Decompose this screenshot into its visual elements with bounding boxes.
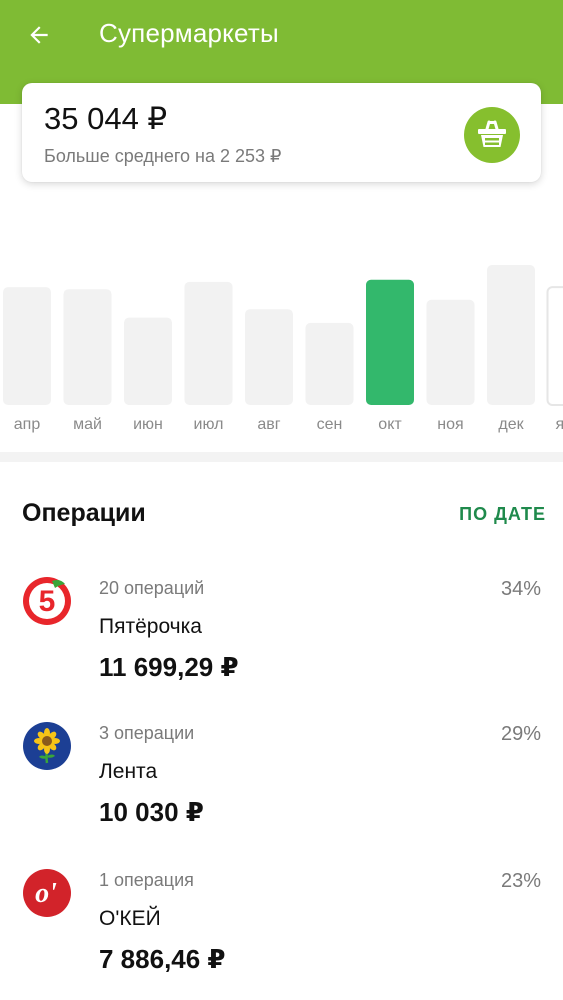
svg-text:5: 5 [39,585,56,618]
summary-comparison: Больше среднего на 2 253 ₽ [44,146,282,166]
operation-percent: 23% [500,870,541,892]
chart-month-label-4: июл [194,416,224,433]
operation-percent: 34% [500,578,541,600]
chart-month-label-10: я [556,416,563,433]
screen: Супермаркеты 35 044 ₽ Больше среднего на… [0,0,563,1000]
chart-month-label-3: июн [133,416,163,433]
chart-bar-7[interactable] [366,279,414,405]
chart-month-label-9: дек [498,416,524,433]
operation-item-okey[interactable]: o' 1 операция О'КЕЙ 7 886,46 ₽ 23% [0,868,563,998]
chart-month-label-8: ноя [437,416,463,433]
chart-bar-5[interactable] [245,309,293,405]
chart-month-label-2: май [73,416,102,433]
page-title: Супермаркеты [99,18,279,48]
operation-merchant: Лента [99,760,158,783]
operation-count: 3 операции [99,723,195,743]
chart-month-label-6: сен [317,416,343,433]
summary-card: 35 044 ₽ Больше среднего на 2 253 ₽ [22,83,541,182]
chart-bar-6[interactable] [305,322,354,405]
okey-logo-icon: o' [23,869,71,917]
operation-amount: 10 030 ₽ [99,797,204,827]
chart-bar-3[interactable] [124,317,172,405]
monthly-chart-svg: апр май июн июл авг сен окт ноя дек я [3,265,563,433]
pyaterochka-logo-icon: 5 [23,577,71,625]
section-divider [0,452,563,462]
operation-count: 20 операций [99,578,205,598]
arrow-left-icon [30,26,48,44]
chart-bar-10[interactable] [546,286,563,406]
basket-icon [478,120,506,147]
monthly-chart: апр май июн июл авг сен окт ноя дек я [0,200,563,450]
operation-amount: 11 699,29 ₽ [99,652,239,682]
basket-button[interactable] [464,107,520,163]
lenta-sunflower-logo-icon [23,722,71,770]
operation-item-lenta[interactable]: 3 операции Лента 10 030 ₽ 29% [0,721,563,851]
operation-amount: 7 886,46 ₽ [99,944,226,974]
operation-item-pyaterochka[interactable]: 5 20 операций Пятёрочка 11 699,29 ₽ 34% [0,576,563,706]
operation-merchant: Пятёрочка [99,615,202,638]
chart-bar-2[interactable] [63,289,112,405]
operation-percent: 29% [500,723,541,745]
chart-bar-1[interactable] [3,287,51,405]
chart-month-label-5: авг [257,416,280,433]
summary-amount: 35 044 ₽ [44,101,168,136]
operation-merchant: О'КЕЙ [99,907,161,930]
operations-title: Операции [22,499,146,527]
chart-bar-4[interactable] [184,281,233,405]
chart-month-label-7: окт [378,416,402,433]
chart-bar-8[interactable] [426,299,475,405]
back-button[interactable] [18,14,60,56]
operation-count: 1 операция [99,870,194,890]
chart-month-label-1: апр [14,416,41,433]
sort-by-date-button[interactable]: ПО ДАТЕ [459,504,546,525]
chart-bar-9[interactable] [487,265,535,405]
svg-text:o': o' [35,878,57,909]
